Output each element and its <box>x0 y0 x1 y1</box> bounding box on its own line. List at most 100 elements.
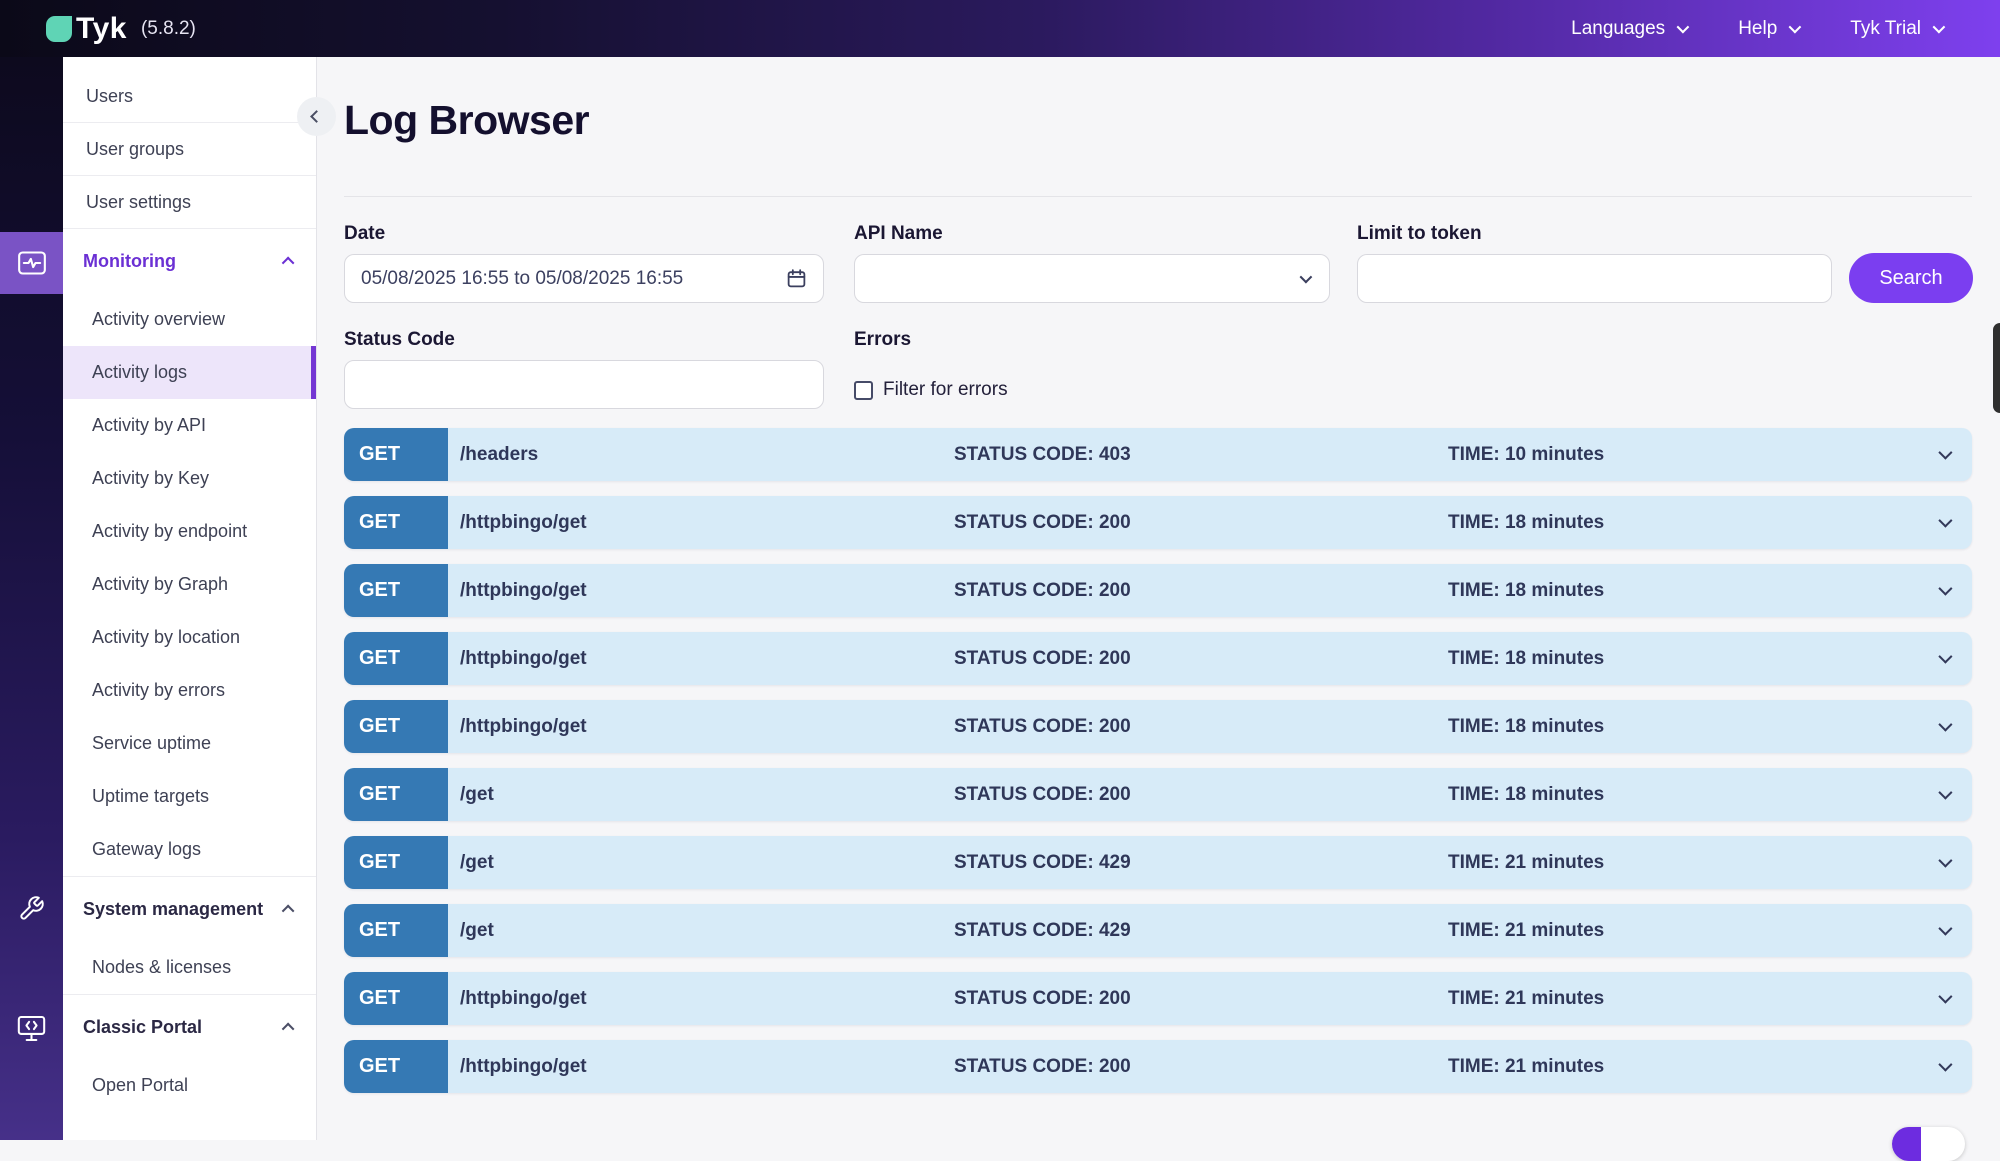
log-path: /get <box>448 852 954 874</box>
log-row[interactable]: GET /httpbingo/get STATUS CODE: 200 TIME… <box>344 700 1972 753</box>
portal-strip-button[interactable] <box>0 1015 63 1042</box>
checkbox-icon[interactable] <box>854 381 873 400</box>
expand-row-button[interactable] <box>1939 446 1949 464</box>
expand-row-button[interactable] <box>1939 786 1949 804</box>
log-row[interactable]: GET /httpbingo/get STATUS CODE: 200 TIME… <box>344 632 1972 685</box>
chevron-down-icon <box>1300 271 1313 284</box>
scrollbar-thumb[interactable] <box>1993 323 2000 413</box>
sidebar-header-system-management[interactable]: System management <box>63 877 316 941</box>
sidebar-item-user-settings[interactable]: User settings <box>63 176 316 229</box>
sidebar-header-monitoring[interactable]: Monitoring <box>63 229 316 293</box>
method-badge: GET <box>344 632 448 685</box>
sidebar-item-open-portal[interactable]: Open Portal <box>63 1059 316 1112</box>
sidebar-header-classic-portal[interactable]: Classic Portal <box>63 995 316 1059</box>
method-badge: GET <box>344 496 448 549</box>
chevron-up-icon <box>282 256 295 269</box>
log-row[interactable]: GET /get STATUS CODE: 429 TIME: 21 minut… <box>344 904 1972 957</box>
search-button[interactable]: Search <box>1849 253 1973 303</box>
filter-for-errors-label: Filter for errors <box>883 379 1008 401</box>
sidebar-item-gateway-logs[interactable]: Gateway logs <box>63 823 316 876</box>
log-path: /httpbingo/get <box>448 648 954 670</box>
tyk-trial-menu[interactable]: Tyk Trial <box>1850 18 1942 40</box>
log-row[interactable]: GET /headers STATUS CODE: 403 TIME: 10 m… <box>344 428 1972 481</box>
log-row[interactable]: GET /httpbingo/get STATUS CODE: 200 TIME… <box>344 496 1972 549</box>
method-badge: GET <box>344 700 448 753</box>
status-code-input[interactable] <box>345 361 823 408</box>
log-time: TIME: 21 minutes <box>1448 852 1916 874</box>
sidebar-item-label: User settings <box>86 192 191 213</box>
calendar-icon[interactable] <box>786 268 807 289</box>
chevron-down-icon <box>1938 921 1952 935</box>
help-menu-label: Help <box>1738 18 1777 40</box>
sidebar-item-activity-by-endpoint[interactable]: Activity by endpoint <box>63 505 316 558</box>
chat-fab-button[interactable] <box>1892 1127 1965 1161</box>
sidebar-item-nodes-licenses[interactable]: Nodes & licenses <box>63 941 316 994</box>
chevron-up-icon <box>282 1022 295 1035</box>
date-range-field[interactable] <box>344 254 824 303</box>
log-status-code: STATUS CODE: 403 <box>954 444 1448 466</box>
log-status-code: STATUS CODE: 429 <box>954 920 1448 942</box>
sidebar-item-label: Activity overview <box>92 309 225 330</box>
sidebar-item-activity-by-graph[interactable]: Activity by Graph <box>63 558 316 611</box>
topbar: Tyk (5.8.2) Languages Help Tyk Trial <box>0 0 2000 57</box>
expand-row-button[interactable] <box>1939 582 1949 600</box>
expand-row-button[interactable] <box>1939 1058 1949 1076</box>
sidebar-item-activity-by-errors[interactable]: Activity by errors <box>63 664 316 717</box>
sidebar-item-service-uptime[interactable]: Service uptime <box>63 717 316 770</box>
monitoring-strip-button[interactable] <box>0 232 63 294</box>
log-status-code: STATUS CODE: 200 <box>954 512 1448 534</box>
expand-row-button[interactable] <box>1939 854 1949 872</box>
sidebar-item-label: Activity by Graph <box>92 574 228 595</box>
date-range-input[interactable] <box>345 255 786 302</box>
expand-row-button[interactable] <box>1939 650 1949 668</box>
chevron-down-icon <box>1938 581 1952 595</box>
expand-row-button[interactable] <box>1939 922 1949 940</box>
chevron-down-icon <box>1677 21 1690 34</box>
errors-label: Errors <box>854 329 911 351</box>
limit-to-token-input[interactable] <box>1358 255 1831 302</box>
sidebar-item-label: Service uptime <box>92 733 211 754</box>
log-row[interactable]: GET /get STATUS CODE: 429 TIME: 21 minut… <box>344 836 1972 889</box>
method-badge: GET <box>344 904 448 957</box>
sidebar-item-activity-by-key[interactable]: Activity by Key <box>63 452 316 505</box>
log-list: GET /headers STATUS CODE: 403 TIME: 10 m… <box>344 428 1972 1093</box>
log-status-code: STATUS CODE: 200 <box>954 580 1448 602</box>
languages-menu[interactable]: Languages <box>1571 18 1686 40</box>
collapse-sidebar-button[interactable] <box>297 97 336 136</box>
sidebar-item-activity-logs[interactable]: Activity logs <box>63 346 316 399</box>
sidebar-item-label: Activity logs <box>92 362 187 383</box>
api-name-select[interactable] <box>854 254 1330 303</box>
sidebar-item-users[interactable]: Users <box>63 70 316 123</box>
log-path: /httpbingo/get <box>448 716 954 738</box>
log-time: TIME: 21 minutes <box>1448 988 1916 1010</box>
system-management-strip-button[interactable] <box>0 895 63 922</box>
status-code-field[interactable] <box>344 360 824 409</box>
log-status-code: STATUS CODE: 200 <box>954 988 1448 1010</box>
log-row[interactable]: GET /get STATUS CODE: 200 TIME: 18 minut… <box>344 768 1972 821</box>
expand-row-button[interactable] <box>1939 718 1949 736</box>
sidebar-item-activity-overview[interactable]: Activity overview <box>63 293 316 346</box>
collapse-sidebar-icon <box>310 110 323 123</box>
expand-row-button[interactable] <box>1939 990 1949 1008</box>
help-menu[interactable]: Help <box>1738 18 1798 40</box>
sidebar-item-activity-by-location[interactable]: Activity by location <box>63 611 316 664</box>
chevron-down-icon <box>1938 717 1952 731</box>
chevron-down-icon <box>1789 21 1802 34</box>
log-row[interactable]: GET /httpbingo/get STATUS CODE: 200 TIME… <box>344 1040 1972 1093</box>
chevron-down-icon <box>1938 445 1952 459</box>
sidebar-item-label: Activity by location <box>92 627 240 648</box>
method-badge: GET <box>344 564 448 617</box>
sidebar-item-user-groups[interactable]: User groups <box>63 123 316 176</box>
log-row[interactable]: GET /httpbingo/get STATUS CODE: 200 TIME… <box>344 564 1972 617</box>
expand-row-button[interactable] <box>1939 514 1949 532</box>
log-path: /httpbingo/get <box>448 988 954 1010</box>
sidebar-header-label: System management <box>83 899 263 920</box>
filter-for-errors-checkbox[interactable]: Filter for errors <box>854 379 1008 401</box>
sidebar-item-uptime-targets[interactable]: Uptime targets <box>63 770 316 823</box>
api-name-input[interactable] <box>855 255 1300 302</box>
chevron-up-icon <box>282 904 295 917</box>
log-row[interactable]: GET /httpbingo/get STATUS CODE: 200 TIME… <box>344 972 1972 1025</box>
limit-to-token-field[interactable] <box>1357 254 1832 303</box>
sidebar-item-activity-by-api[interactable]: Activity by API <box>63 399 316 452</box>
log-path: /get <box>448 784 954 806</box>
